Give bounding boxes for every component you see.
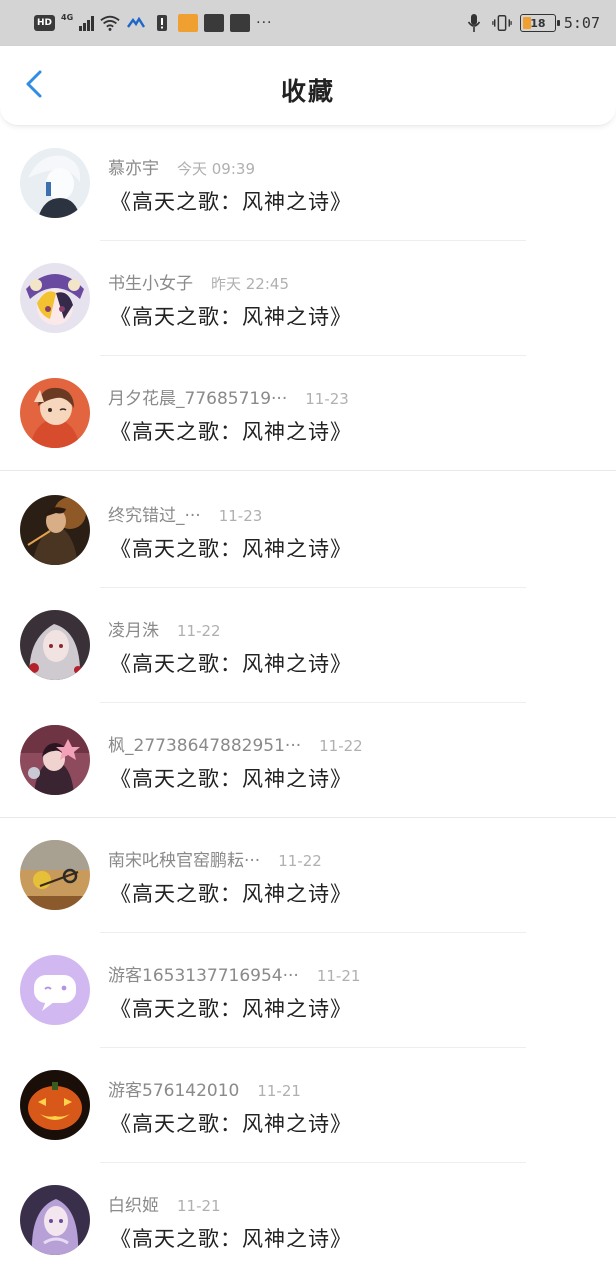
timestamp: 11-22 (319, 737, 363, 755)
wifi-icon (100, 14, 120, 32)
app-notification-icon (178, 14, 199, 32)
list-item[interactable]: 终究错过_··· 11-23 《高天之歌：风神之诗》 (0, 471, 616, 588)
avatar (20, 495, 90, 565)
avatar (20, 148, 90, 218)
avatar (20, 1070, 90, 1140)
work-title: 《高天之歌：风神之诗》 (110, 997, 352, 1021)
avatar (20, 725, 90, 795)
timestamp: 今天 09:39 (177, 160, 255, 178)
timestamp: 11-22 (278, 852, 322, 870)
avatar (20, 955, 90, 1025)
more-notifications-icon: ··· (256, 15, 273, 31)
avatar (20, 378, 90, 448)
work-title: 《高天之歌：风神之诗》 (110, 1227, 352, 1251)
list-item[interactable]: 游客576142010 11-21 《高天之歌：风神之诗》 (0, 1048, 616, 1163)
avatar (20, 1185, 90, 1255)
work-title: 《高天之歌：风神之诗》 (110, 1112, 352, 1136)
work-title: 《高天之歌：风神之诗》 (110, 420, 352, 444)
page-title: 收藏 (280, 77, 335, 106)
work-title: 《高天之歌：风神之诗》 (110, 882, 352, 906)
work-title: 《高天之歌：风神之诗》 (110, 767, 352, 791)
list-item[interactable]: 游客1653137716954··· 11-21 《高天之歌：风神之诗》 (0, 933, 616, 1048)
user-name: 游客1653137716954··· (108, 966, 299, 986)
favorites-list: 慕亦宇 今天 09:39 《高天之歌：风神之诗》 书生小女子 昨天 22:45 … (0, 126, 616, 1278)
avatar (20, 840, 90, 910)
list-item[interactable]: 书生小女子 昨天 22:45 《高天之歌：风神之诗》 (0, 241, 616, 356)
timestamp: 11-23 (218, 507, 263, 525)
timestamp: 11-21 (177, 1197, 221, 1215)
user-name: 枫_27738647882951··· (108, 736, 302, 756)
avatar (20, 610, 90, 680)
user-name: 游客576142010 (108, 1081, 240, 1101)
signal-icon (79, 15, 95, 31)
list-item[interactable]: 南宋叱秧官窑鹏耘··· 11-22 《高天之歌：风神之诗》 (0, 818, 616, 933)
avatar (20, 263, 90, 333)
mail-notification-icon (230, 14, 251, 32)
list-item[interactable]: 白织姬 11-21 《高天之歌：风神之诗》 (0, 1163, 616, 1278)
app-header: 收藏 (0, 46, 616, 126)
work-title: 《高天之歌：风神之诗》 (110, 537, 352, 561)
user-name: 月夕花晨_77685719··· (108, 389, 288, 409)
app-notification-icon (126, 14, 146, 32)
timestamp: 11-23 (305, 390, 349, 408)
list-item[interactable]: 月夕花晨_77685719··· 11-23 《高天之歌：风神之诗》 (0, 356, 616, 471)
vibrate-icon (492, 14, 512, 32)
user-name: 终究错过_··· (108, 506, 201, 526)
list-item[interactable]: 枫_27738647882951··· 11-22 《高天之歌：风神之诗》 (0, 703, 616, 818)
user-name: 慕亦宇 (108, 159, 159, 179)
work-title: 《高天之歌：风神之诗》 (110, 305, 352, 329)
timestamp: 11-21 (316, 967, 361, 985)
user-name: 南宋叱秧官窑鹏耘··· (108, 851, 261, 871)
list-item[interactable]: 凌月洙 11-22 《高天之歌：风神之诗》 (0, 588, 616, 703)
timestamp: 昨天 22:45 (211, 275, 289, 293)
work-title: 《高天之歌：风神之诗》 (110, 652, 352, 676)
timestamp: 11-21 (257, 1082, 301, 1100)
list-item[interactable]: 慕亦宇 今天 09:39 《高天之歌：风神之诗》 (0, 126, 616, 241)
user-name: 白织姬 (108, 1196, 159, 1216)
network-type-label: 4G (61, 12, 74, 22)
mail-notification-icon (204, 14, 225, 32)
sim-alert-icon (152, 14, 172, 32)
microphone-icon (464, 14, 484, 32)
clock-time: 5:07 (563, 14, 600, 32)
battery-level: 18 (530, 16, 546, 30)
battery-icon: 18 (519, 14, 560, 32)
timestamp: 11-22 (177, 622, 221, 640)
work-title: 《高天之歌：风神之诗》 (110, 190, 352, 214)
user-name: 凌月洙 (108, 621, 159, 641)
hd-badge: HD (34, 15, 56, 31)
user-name: 书生小女子 (108, 274, 193, 294)
status-bar: HD 4G ··· 18 5:07 (0, 0, 616, 46)
